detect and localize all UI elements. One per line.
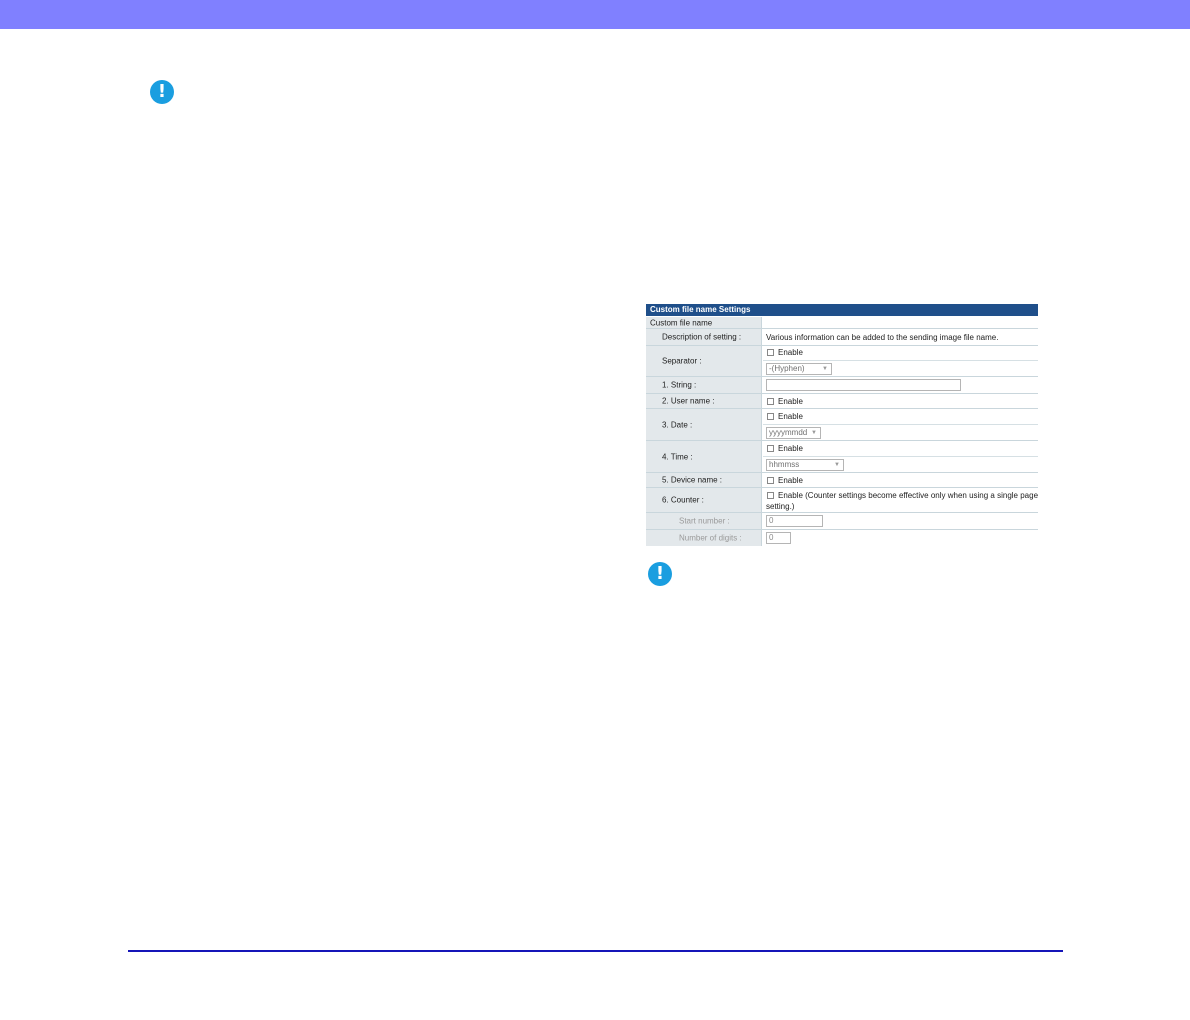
device-name-enable-checkbox[interactable] (767, 477, 774, 484)
chevron-down-icon: ▼ (822, 366, 828, 372)
device-name-label: 5. Device name : (662, 475, 723, 485)
string-input[interactable] (766, 379, 961, 391)
time-format-select[interactable]: hhmmss ▼ (766, 459, 844, 471)
counter-enable-label: Enable (Counter settings become effectiv… (778, 491, 1039, 500)
date-format-select[interactable]: yyyymmdd ▼ (766, 427, 821, 439)
separator-row: Separator : Enable -(Hyphen) ▼ (646, 346, 1038, 377)
section-row: Custom file name (646, 317, 1038, 329)
time-row: 4. Time : Enable hhmmss ▼ (646, 441, 1038, 473)
custom-file-name-settings-panel: Custom file name Settings Custom file na… (646, 304, 1038, 547)
panel-title: Custom file name Settings (646, 304, 1038, 316)
section-label: Custom file name (650, 318, 713, 327)
digits-input[interactable]: 0 (766, 532, 791, 544)
description-label: Description of setting : (662, 332, 742, 342)
exclamation-icon: ! (648, 562, 672, 586)
separator-label: Separator : (662, 356, 702, 366)
counter-label: 6. Counter : (662, 495, 704, 505)
time-enable-checkbox[interactable] (767, 445, 774, 452)
date-enable-label: Enable (778, 412, 803, 421)
exclamation-icon: ! (150, 80, 174, 104)
bottom-rule (128, 950, 1063, 952)
chevron-down-icon: ▼ (811, 430, 817, 436)
string-label: 1. String : (662, 380, 697, 390)
time-label: 4. Time : (662, 452, 693, 461)
digits-row: Number of digits : 0 (646, 530, 1038, 546)
counter-enable-checkbox[interactable] (767, 492, 774, 499)
separator-select[interactable]: -(Hyphen) ▼ (766, 363, 832, 375)
date-label: 3. Date : (662, 420, 693, 429)
date-enable-checkbox[interactable] (767, 413, 774, 420)
user-name-enable-checkbox[interactable] (767, 398, 774, 405)
time-format-selected: hhmmss (769, 460, 800, 469)
chevron-down-icon: ▼ (834, 462, 840, 468)
start-number-label: Start number : (679, 516, 730, 526)
device-name-row: 5. Device name : Enable (646, 473, 1038, 488)
start-number-row: Start number : 0 (646, 513, 1038, 530)
description-text: Various information can be added to the … (766, 333, 999, 342)
description-row: Description of setting : Various informa… (646, 329, 1038, 346)
user-name-row: 2. User name : Enable (646, 394, 1038, 409)
time-enable-label: Enable (778, 444, 803, 453)
device-name-enable-label: Enable (778, 476, 803, 485)
top-bar (0, 0, 1190, 29)
date-row: 3. Date : Enable yyyymmdd ▼ (646, 409, 1038, 441)
digits-label: Number of digits : (679, 533, 742, 543)
separator-enable-label: Enable (778, 348, 803, 357)
start-number-input[interactable]: 0 (766, 515, 823, 527)
counter-row: 6. Counter : Enable (Counter settings be… (646, 488, 1038, 513)
user-name-label: 2. User name : (662, 396, 715, 406)
user-name-enable-label: Enable (778, 397, 803, 406)
date-format-selected: yyyymmdd (769, 428, 808, 437)
counter-enable-label-cont: setting.) (766, 502, 795, 511)
separator-enable-checkbox[interactable] (767, 349, 774, 356)
string-row: 1. String : (646, 377, 1038, 394)
separator-selected: -(Hyphen) (769, 364, 805, 373)
